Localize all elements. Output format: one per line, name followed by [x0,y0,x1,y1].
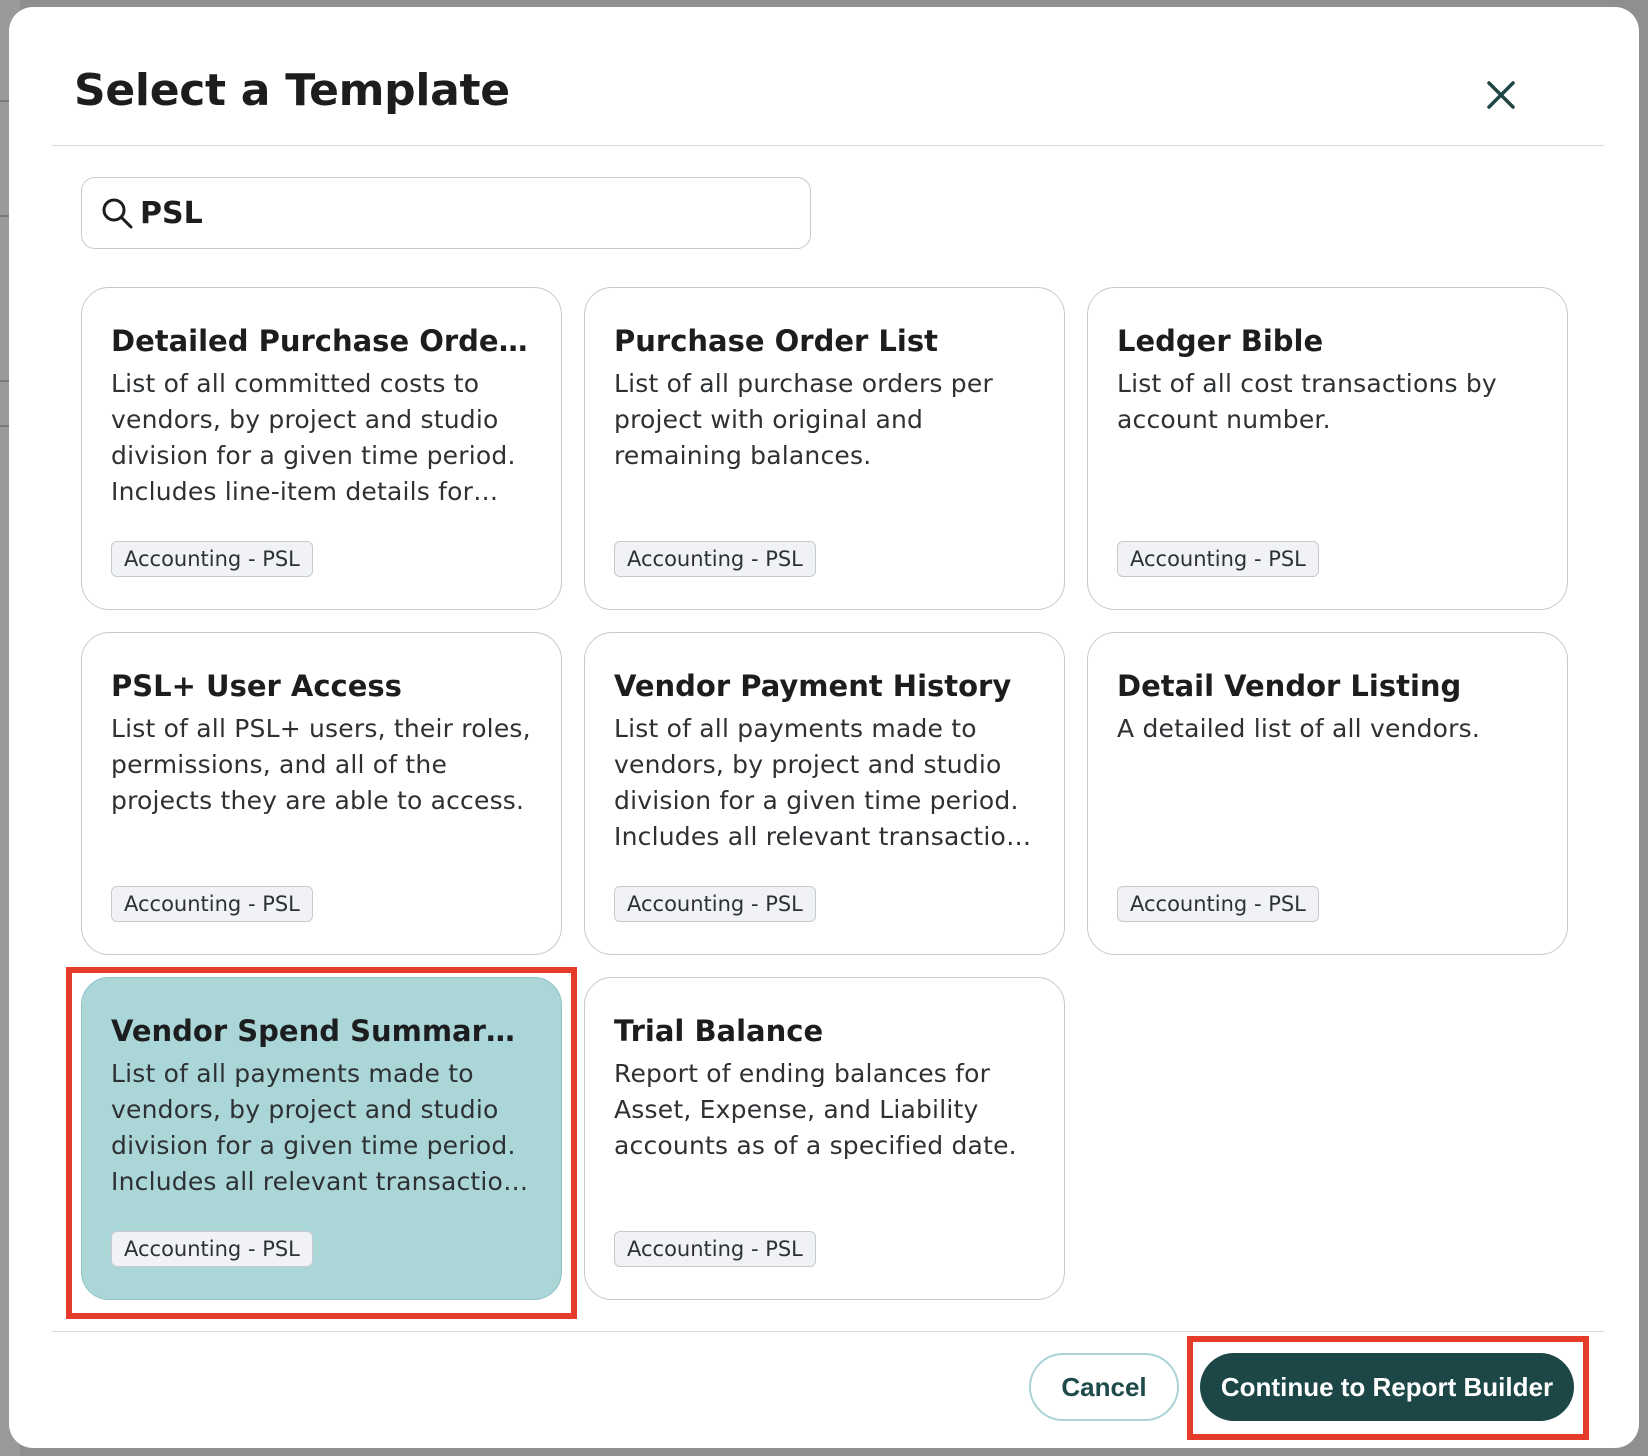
template-card[interactable]: Vendor Spend Summary By Project List of a… [81,977,562,1300]
continue-to-report-builder-button[interactable]: Continue to Report Builder [1200,1353,1574,1421]
template-grid: Detailed Purchase Order History List of a… [81,287,1568,1300]
template-card-title: Vendor Spend Summary By Project [111,1014,533,1048]
template-card[interactable]: Purchase Order List List of all purchase … [584,287,1065,610]
modal-title: Select a Template [74,65,510,116]
template-card[interactable]: Ledger Bible List of all cost transaction… [1087,287,1568,610]
search-input[interactable] [140,188,780,238]
template-card-description: List of all PSL+ users, their roles, per… [111,714,531,815]
close-icon [1487,81,1515,109]
template-card-title: PSL+ User Access [111,669,402,703]
template-category-tag: Accounting - PSL [1117,541,1319,577]
template-category-tag: Accounting - PSL [111,886,313,922]
template-card-description: List of all payments made to vendors, by… [614,714,1023,851]
footer-divider [52,1331,1604,1332]
template-card[interactable]: PSL+ User Access List of all PSL+ users, … [81,632,562,955]
template-card[interactable]: Trial Balance Report of ending balances f… [584,977,1065,1300]
template-category-tag: Accounting - PSL [614,541,816,577]
template-card-description: A detailed list of all vendors. [1117,714,1481,743]
template-card-title: Detail Vendor Listing [1117,669,1462,703]
template-category-tag: Accounting - PSL [111,1231,313,1267]
template-card-description: List of all cost transactions by account… [1117,369,1497,434]
template-category-tag: Accounting - PSL [1117,886,1319,922]
select-template-modal: Select a Template Detailed Purchase Orde… [9,7,1639,1448]
template-card-title: Purchase Order List [614,324,938,358]
template-category-tag: Accounting - PSL [614,886,816,922]
cancel-button[interactable]: Cancel [1029,1353,1179,1421]
header-divider [52,145,1604,146]
search-icon [102,198,133,229]
template-card-title: Detailed Purchase Order History [111,324,533,358]
search-box[interactable] [81,177,811,249]
template-card-description: Report of ending balances for Asset, Exp… [614,1059,1017,1160]
template-card[interactable]: Vendor Payment History List of all paymen… [584,632,1065,955]
template-card[interactable]: Detail Vendor Listing A detailed list of … [1087,632,1568,955]
close-button[interactable] [1477,71,1525,119]
template-card-description: List of all purchase orders per project … [614,369,993,470]
template-card-description: List of all payments made to vendors, by… [111,1059,520,1196]
template-card[interactable]: Detailed Purchase Order History List of a… [81,287,562,610]
template-card-title: Ledger Bible [1117,324,1324,358]
template-card-description: List of all committed costs to vendors, … [111,369,516,506]
template-category-tag: Accounting - PSL [111,541,313,577]
template-card-title: Vendor Payment History [614,669,1012,703]
template-category-tag: Accounting - PSL [614,1231,816,1267]
template-card-title: Trial Balance [614,1014,824,1048]
